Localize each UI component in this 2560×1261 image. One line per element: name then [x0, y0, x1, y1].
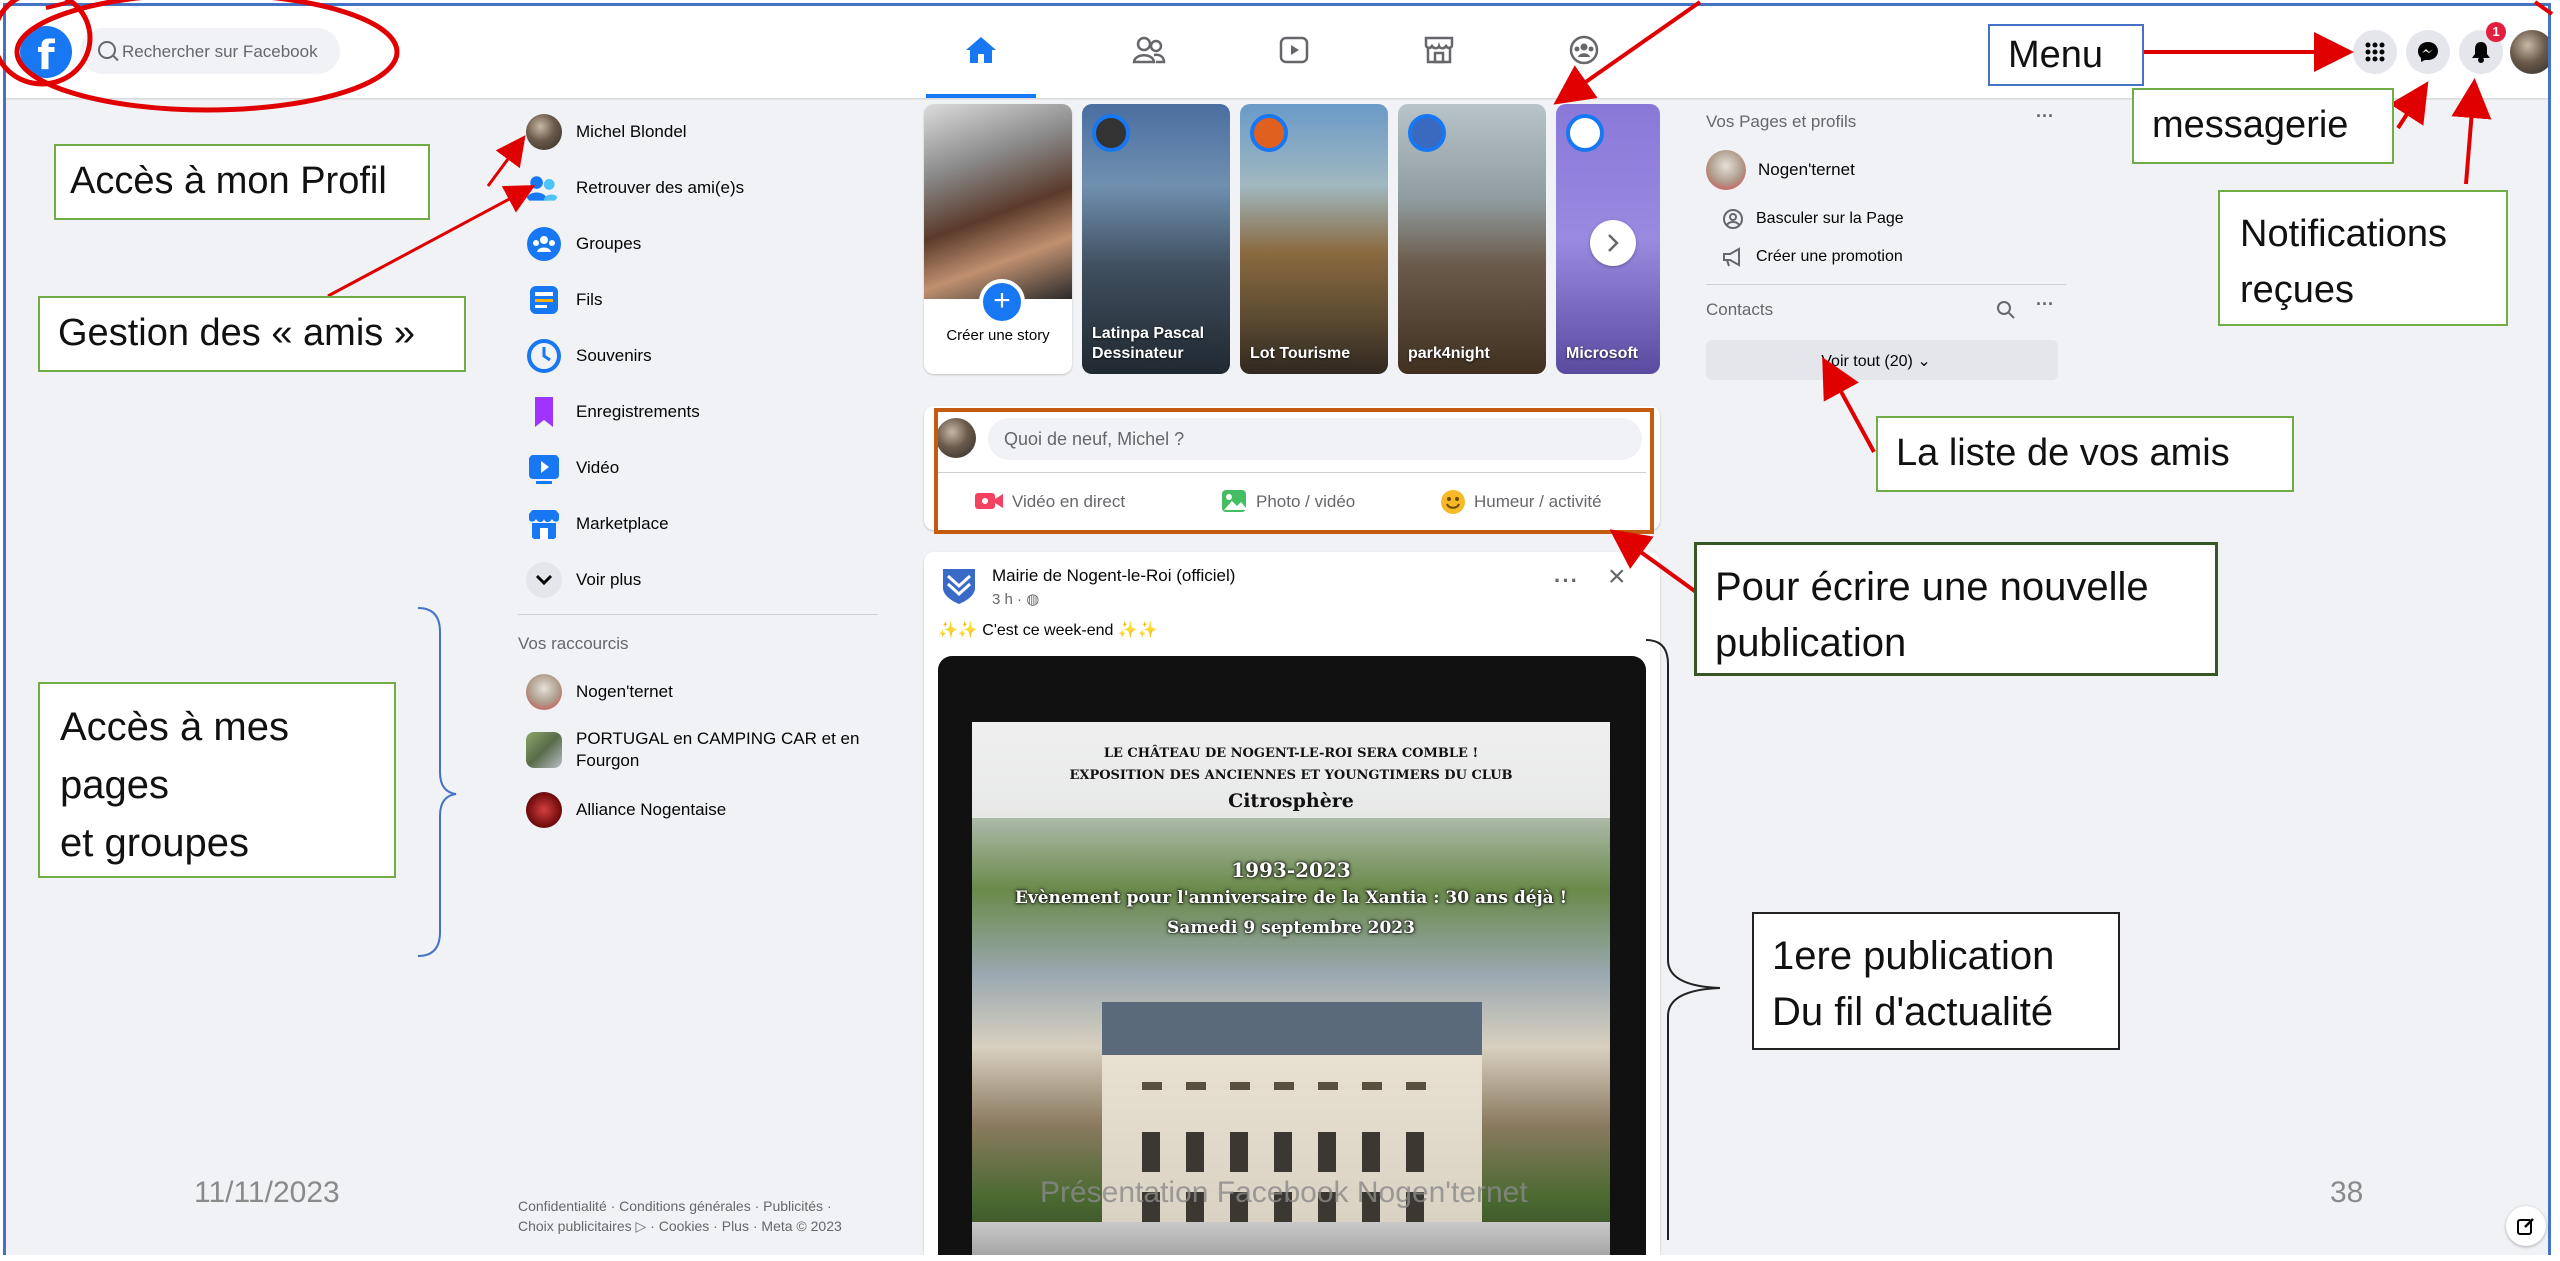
callout-pages-groupes: Accès à mes pages et groupes: [38, 682, 396, 878]
callout-menu: Menu: [1988, 24, 2144, 86]
annotation-arrow: [486, 135, 526, 187]
annotation-arrow: [45, 0, 71, 10]
callout-notifications: Notifications reçues: [2218, 190, 2508, 326]
callout-amis: Gestion des « amis »: [38, 296, 466, 372]
annotation-arrow: [1822, 356, 1876, 453]
bracket-shape: [417, 607, 457, 957]
slide: f Rechercher sur Facebook 1 Michel Blond…: [0, 0, 2560, 1261]
callout-premiere-publication: 1ere publication Du fil d'actualité: [1752, 912, 2120, 1050]
annotation-arrow: [1553, 0, 1702, 105]
bracket-shape: [1645, 639, 1721, 1240]
logo-highlight-ellipse: [0, 0, 93, 87]
annotation-arrow: [2533, 0, 2554, 16]
callout-profil: Accès à mon Profil: [54, 144, 430, 220]
callout-liste-amis: La liste de vos amis: [1876, 416, 2294, 492]
slide-date: 11/11/2023: [194, 1176, 340, 1209]
callout-messagerie: messagerie: [2132, 88, 2394, 164]
slide-footer-title: Présentation Facebook Nogen'ternet: [1040, 1176, 1528, 1209]
annotation-arrow: [2389, 81, 2429, 130]
callout-ecrire: Pour écrire une nouvelle publication: [1694, 542, 2218, 676]
slide-number: 38: [2330, 1176, 2364, 1209]
search-highlight-ellipse: [14, 0, 400, 113]
annotation-arrow: [1609, 529, 1698, 594]
annotation-arrow: [2451, 78, 2492, 185]
